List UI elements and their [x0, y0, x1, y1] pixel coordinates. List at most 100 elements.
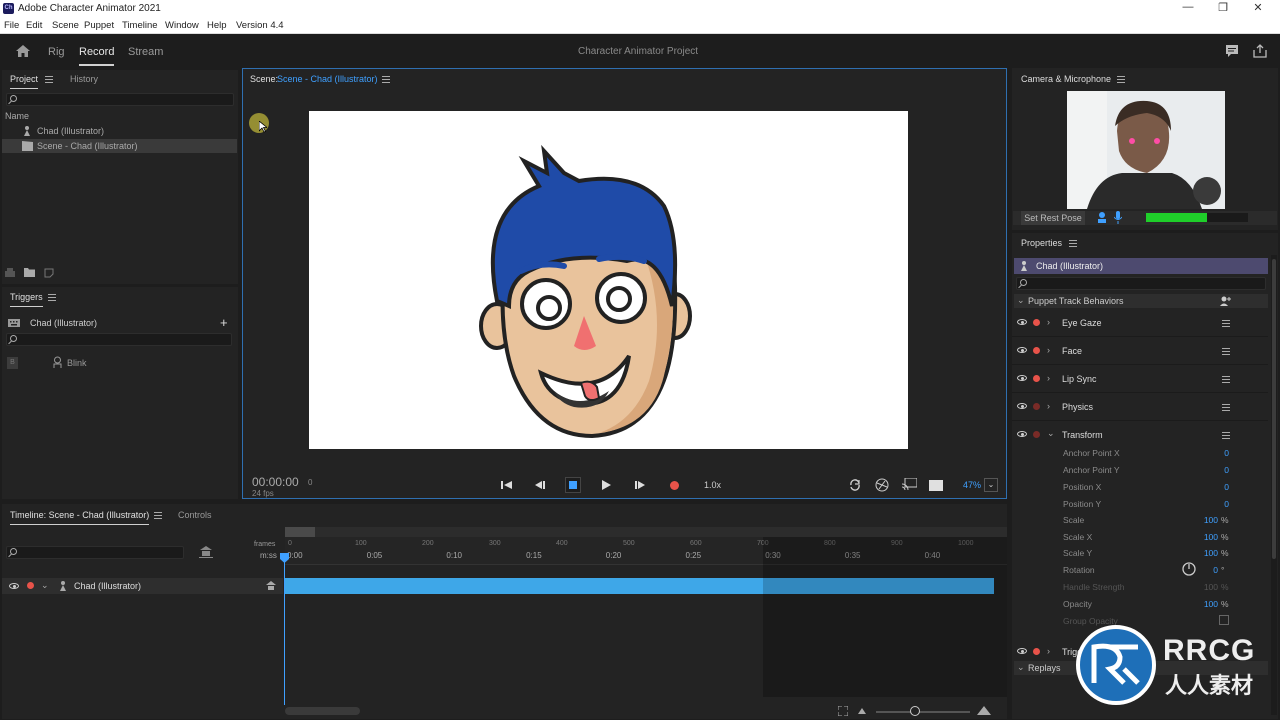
- close-button[interactable]: ✕: [1240, 1, 1276, 14]
- list-item[interactable]: Scene - Chad (Illustrator): [2, 139, 237, 153]
- puppet-filter-icon[interactable]: [199, 546, 213, 558]
- menu-window[interactable]: Window: [165, 20, 199, 31]
- behavior-menu-icon[interactable]: [1222, 376, 1230, 383]
- menu-version[interactable]: Version 4.4: [236, 20, 284, 31]
- import-icon[interactable]: [5, 268, 15, 277]
- arm-record-icon[interactable]: [27, 582, 34, 589]
- arm-record-icon[interactable]: [1033, 319, 1040, 326]
- trigger-name[interactable]: Blink: [67, 358, 87, 368]
- triggers-search-input[interactable]: [6, 333, 232, 346]
- puppet-track-behaviors-header[interactable]: ⌄ Puppet Track Behaviors: [1014, 294, 1268, 308]
- expand-chevron-icon[interactable]: ›: [1047, 345, 1050, 355]
- trigger-key-badge[interactable]: B: [7, 357, 18, 369]
- step-forward-icon[interactable]: [635, 480, 646, 490]
- arm-record-icon[interactable]: [1033, 648, 1040, 655]
- playhead-handle-icon[interactable]: [280, 553, 289, 563]
- eye-visibility-icon[interactable]: [1017, 648, 1027, 654]
- arm-record-icon[interactable]: [1033, 431, 1040, 438]
- value-rotation[interactable]: 0: [1188, 565, 1218, 575]
- set-rest-pose-button[interactable]: Set Rest Pose: [1021, 211, 1085, 225]
- behavior-row-eye-gaze[interactable]: › Eye Gaze: [1012, 310, 1268, 337]
- record-button[interactable]: [670, 481, 679, 490]
- value-position-y[interactable]: 0: [1199, 499, 1229, 509]
- behavior-menu-icon[interactable]: [1222, 320, 1230, 327]
- eye-visibility-icon[interactable]: [1017, 403, 1027, 409]
- properties-menu-icon[interactable]: [1069, 240, 1077, 247]
- arm-record-icon[interactable]: [1033, 347, 1040, 354]
- playhead[interactable]: [284, 555, 285, 705]
- scene-name-link[interactable]: Scene - Chad (Illustrator): [277, 74, 378, 84]
- expand-chevron-icon[interactable]: ›: [1047, 373, 1050, 383]
- work-area-handle[interactable]: [285, 527, 315, 537]
- add-behavior-icon[interactable]: [1220, 296, 1231, 306]
- tab-stream[interactable]: Stream: [128, 46, 163, 58]
- behavior-menu-icon[interactable]: [1222, 432, 1230, 439]
- behavior-row-lip-sync[interactable]: › Lip Sync: [1012, 366, 1268, 393]
- zoom-out-mountain-icon[interactable]: [858, 708, 866, 714]
- comment-icon[interactable]: [1225, 44, 1239, 58]
- properties-search-input[interactable]: [1016, 277, 1266, 290]
- fit-icon[interactable]: [838, 706, 848, 716]
- zoom-dropdown-chevron-icon[interactable]: ⌄: [984, 478, 998, 492]
- tab-timeline[interactable]: Timeline: Scene - Chad (Illustrator): [10, 510, 150, 525]
- collapse-chevron-icon[interactable]: ⌄: [1047, 428, 1055, 439]
- new-item-icon[interactable]: [44, 268, 54, 278]
- menu-help[interactable]: Help: [207, 20, 227, 31]
- behavior-menu-icon[interactable]: [1222, 404, 1230, 411]
- value-anchor-point-x[interactable]: 0: [1199, 448, 1229, 458]
- add-trigger-button[interactable]: +: [220, 315, 228, 330]
- eye-visibility-icon[interactable]: [9, 583, 19, 589]
- eye-visibility-icon[interactable]: [1017, 347, 1027, 353]
- camera-toggle-icon[interactable]: [1097, 212, 1107, 224]
- list-item[interactable]: Chad (Illustrator): [2, 124, 238, 138]
- arm-record-icon[interactable]: [1033, 403, 1040, 410]
- minimize-button[interactable]: —: [1170, 1, 1206, 13]
- group-opacity-checkbox[interactable]: [1219, 615, 1229, 625]
- tab-history[interactable]: History: [70, 74, 98, 84]
- folder-icon[interactable]: [24, 268, 35, 277]
- expand-chevron-icon[interactable]: ›: [1047, 646, 1050, 656]
- track-row-header[interactable]: ⌄ Chad (Illustrator): [2, 578, 283, 594]
- project-menu-icon[interactable]: [45, 76, 53, 83]
- menu-edit[interactable]: Edit: [26, 20, 42, 31]
- work-area-bar[interactable]: [285, 527, 1007, 537]
- share-icon[interactable]: [1253, 44, 1267, 58]
- tab-controls[interactable]: Controls: [178, 510, 212, 520]
- behavior-row-transform[interactable]: ⌄ Transform: [1012, 422, 1268, 444]
- step-back-icon[interactable]: [534, 480, 545, 490]
- eye-visibility-icon[interactable]: [1017, 319, 1027, 325]
- behavior-row-physics[interactable]: › Physics: [1012, 394, 1268, 421]
- timeline-menu-icon[interactable]: [154, 512, 162, 519]
- menu-timeline[interactable]: Timeline: [122, 20, 158, 31]
- project-search-input[interactable]: [6, 93, 234, 106]
- zoom-slider-knob[interactable]: [910, 706, 920, 716]
- menu-scene[interactable]: Scene: [52, 20, 79, 31]
- expand-chevron-icon[interactable]: ›: [1047, 317, 1050, 327]
- value-position-x[interactable]: 0: [1199, 482, 1229, 492]
- play-icon[interactable]: [602, 480, 611, 490]
- collapse-chevron-icon[interactable]: ⌄: [41, 580, 49, 591]
- zoom-in-mountain-icon[interactable]: [977, 706, 991, 715]
- playback-speed[interactable]: 1.0x: [704, 480, 721, 490]
- timeline-zoom-slider[interactable]: [876, 711, 970, 713]
- scrollbar-thumb[interactable]: [1272, 259, 1276, 559]
- tab-record[interactable]: Record: [79, 46, 115, 66]
- value-scale[interactable]: 100: [1188, 515, 1218, 525]
- tab-rig[interactable]: Rig: [48, 46, 65, 58]
- track-options-icon[interactable]: [266, 581, 276, 591]
- properties-scrollbar[interactable]: [1271, 255, 1277, 715]
- scene-menu-icon[interactable]: [382, 76, 390, 83]
- value-anchor-point-y[interactable]: 0: [1199, 465, 1229, 475]
- background-color-icon[interactable]: [929, 480, 943, 491]
- value-scale-x[interactable]: 100: [1188, 532, 1218, 542]
- behavior-row-face[interactable]: › Face: [1012, 338, 1268, 365]
- stop-button[interactable]: [565, 477, 581, 493]
- arm-record-icon[interactable]: [1033, 375, 1040, 382]
- timeline-scrollbar-thumb[interactable]: [285, 707, 360, 715]
- character-puppet[interactable]: [309, 111, 908, 449]
- maximize-button[interactable]: ❐: [1205, 1, 1241, 14]
- loop-icon[interactable]: [849, 479, 861, 491]
- microphone-icon[interactable]: [1114, 211, 1122, 224]
- eye-visibility-icon[interactable]: [1017, 431, 1027, 437]
- value-scale-y[interactable]: 100: [1188, 548, 1218, 558]
